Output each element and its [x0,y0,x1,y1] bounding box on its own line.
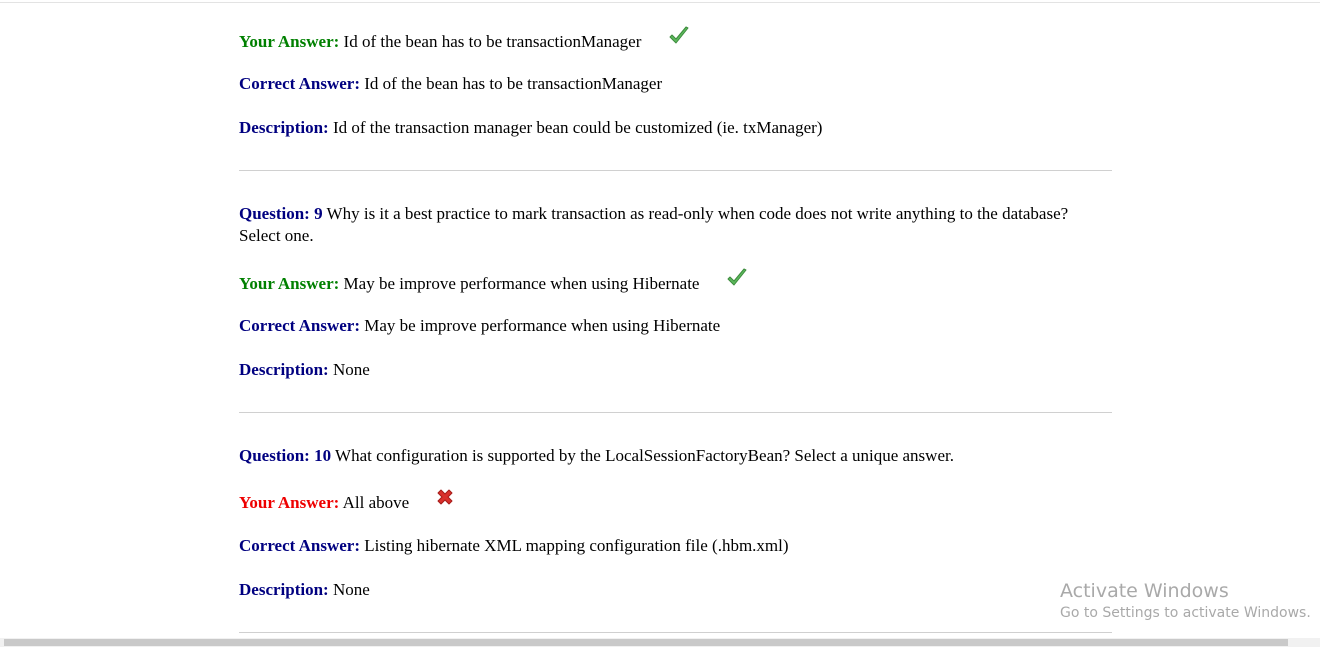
q10-your-answer: Your Answer: All above [239,489,1112,517]
q10-description: Description: None [239,579,1112,601]
watermark-title: Activate Windows [1060,580,1229,602]
question-text: What configuration is supported by the L… [335,446,954,465]
scrollbar-thumb[interactable] [4,639,1288,646]
question-divider [239,632,1112,633]
q9-your-answer: Your Answer: May be improve performance … [239,268,1112,299]
your-answer-label: Your Answer: [239,31,340,51]
quiz-results-page: Your Answer: Id of the bean has to be tr… [0,0,1320,647]
description-text: Id of the transaction manager bean could… [332,118,823,137]
question-label: Question: [239,204,310,223]
top-divider [0,0,1320,3]
q9-description: Description: None [239,359,1112,381]
checkmark-icon [668,25,690,53]
question-text: Why is it a best practice to mark transa… [239,204,1069,245]
watermark-subtitle: Go to Settings to activate Windows. [1060,605,1311,621]
cross-icon [435,487,455,513]
description-text: None [332,360,370,379]
correct-answer-text: Listing hibernate XML mapping configurat… [364,536,789,555]
description-label: Description: [239,118,329,137]
description-label: Description: [239,360,329,379]
correct-answer-text: May be improve performance when using Hi… [364,316,721,335]
q8-description: Description: Id of the transaction manag… [239,117,1112,139]
description-label: Description: [239,580,329,599]
correct-answer-text: Id of the bean has to be transactionMana… [364,74,663,93]
question-number: 10 [314,446,332,465]
your-answer-text: Id of the bean has to be transactionMana… [343,31,642,51]
q8-correct-answer: Correct Answer: Id of the bean has to be… [239,73,1112,95]
correct-answer-label: Correct Answer: [239,536,361,555]
correct-answer-label: Correct Answer: [239,316,361,335]
question-label: Question: [239,446,310,465]
windows-activation-watermark: Activate Windows Go to Settings to activ… [1060,579,1311,623]
q8-your-answer: Your Answer: Id of the bean has to be tr… [239,26,1112,57]
question-divider [239,412,1112,413]
q10-correct-answer: Correct Answer: Listing hibernate XML ma… [239,535,1112,557]
question-number: 9 [314,204,323,223]
your-answer-label: Your Answer: [239,273,340,293]
horizontal-scrollbar[interactable] [0,638,1320,647]
your-answer-label: Your Answer: [239,492,340,512]
description-text: None [332,580,370,599]
q9-correct-answer: Correct Answer: May be improve performan… [239,315,1112,337]
your-answer-text: May be improve performance when using Hi… [343,273,700,293]
correct-answer-label: Correct Answer: [239,74,361,93]
your-answer-text: All above [342,492,410,512]
question-divider [239,170,1112,171]
checkmark-icon [726,267,748,295]
q10-question: Question: 10 What configuration is suppo… [239,445,1112,467]
q9-question: Question: 9 Why is it a best practice to… [239,203,1112,247]
